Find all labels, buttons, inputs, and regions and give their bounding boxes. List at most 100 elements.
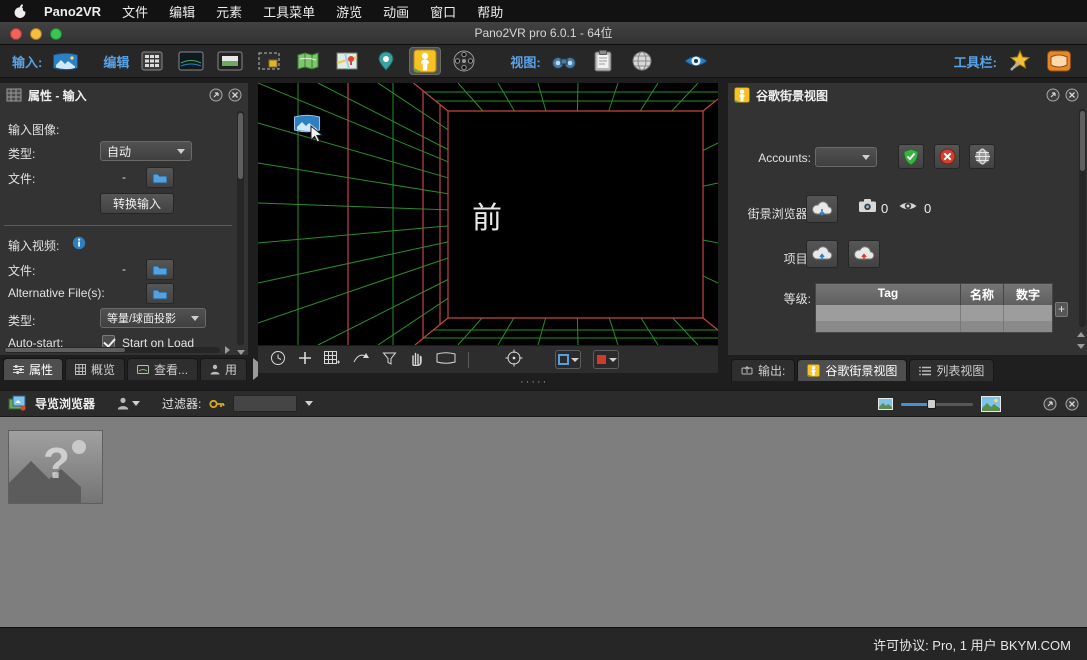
account-remove-button[interactable] (934, 144, 960, 169)
tab-list-view[interactable]: 列表视图 (909, 359, 994, 381)
grid-toggle-icon[interactable] (324, 351, 340, 368)
panorama-screen-icon[interactable] (214, 47, 246, 75)
edit-label[interactable]: 编辑 (103, 52, 129, 71)
tab-viewer[interactable]: 查看... (127, 358, 198, 380)
scroll-right-arrow-icon[interactable] (225, 346, 230, 354)
undock-panel-icon[interactable] (209, 88, 223, 102)
key-icon[interactable] (209, 398, 225, 410)
cloud-download-button[interactable] (806, 195, 838, 223)
close-panel-icon[interactable] (1065, 397, 1079, 411)
input-type-dropdown[interactable]: 自动 (100, 141, 192, 161)
tab-user-data[interactable]: 用 (200, 358, 247, 380)
window-title: Pano2VR pro 6.0.1 - 64位 (0, 22, 1087, 44)
panorama-viewer-canvas[interactable]: 前 (258, 83, 718, 345)
clipboard-icon[interactable] (587, 47, 619, 75)
filter-dropdown-caret[interactable] (305, 401, 313, 406)
close-window-button[interactable] (10, 28, 22, 40)
slider-handle[interactable] (927, 399, 936, 409)
properties-vertical-scrollbar[interactable] (237, 111, 244, 345)
tile-keypad-icon[interactable] (136, 47, 168, 75)
tiles-icon (6, 88, 22, 102)
close-panel-icon[interactable] (1065, 88, 1079, 102)
film-reel-icon[interactable] (448, 47, 480, 75)
menubar-app-name[interactable]: Pano2VR (44, 4, 101, 19)
scroll-down-arrow-icon[interactable] (1077, 344, 1085, 349)
close-panel-icon[interactable] (228, 88, 242, 102)
accounts-dropdown[interactable] (815, 147, 877, 167)
rotation-time-icon[interactable] (270, 350, 286, 369)
eye-icon[interactable] (680, 47, 712, 75)
projects-label: 项目: (735, 250, 811, 267)
apple-icon[interactable] (14, 4, 27, 19)
menu-help[interactable]: 帮助 (477, 2, 503, 21)
account-web-button[interactable] (969, 144, 995, 169)
menu-file[interactable]: 文件 (122, 2, 148, 21)
wizard-star-icon[interactable] (1004, 47, 1036, 75)
input-panorama-icon[interactable] (49, 47, 81, 75)
tab-viewer-label: 查看... (154, 361, 188, 378)
levels-table-row-empty (816, 321, 1052, 332)
account-verify-button[interactable] (898, 144, 924, 169)
google-streetview-icon[interactable] (409, 47, 441, 75)
properties-horizontal-scrollbar[interactable] (4, 347, 220, 353)
browse-alternative-files-button[interactable] (146, 283, 174, 304)
menu-edit[interactable]: 编辑 (169, 2, 195, 21)
cloud-upload-button[interactable] (806, 240, 838, 268)
scroll-up-arrow-icon[interactable] (1077, 332, 1085, 337)
menu-tools[interactable]: 工具菜单 (263, 2, 315, 21)
horizontal-splitter-handle[interactable]: ····· (520, 376, 548, 388)
streetview-browser-label: 街景浏览器: (735, 205, 811, 222)
thumbnail-large-icon (981, 396, 1001, 412)
zoom-window-button[interactable] (50, 28, 62, 40)
add-level-button[interactable]: + (1055, 302, 1068, 317)
levels-table-row[interactable] (816, 305, 1052, 321)
tab-properties[interactable]: 属性 (3, 358, 63, 380)
undock-panel-icon[interactable] (1046, 88, 1060, 102)
properties-panel: 属性 - 输入 输入图像: 类型: 自动 文件: - 转换输入 输入视频 (0, 83, 248, 355)
menu-window[interactable]: 窗口 (430, 2, 456, 21)
folder-icon (152, 264, 168, 276)
minimize-window-button[interactable] (30, 28, 42, 40)
video-type-dropdown[interactable]: 等量/球面投影 (100, 308, 206, 328)
panorama-mode-icon[interactable] (436, 351, 456, 368)
browse-file-button[interactable] (146, 167, 174, 188)
levels-table-header: Tag 名称 数字 (816, 284, 1052, 305)
video-type-label: 类型: (8, 312, 35, 329)
pan-hand-icon[interactable] (409, 350, 424, 369)
streetview-vertical-scrollbar[interactable] (1079, 109, 1086, 327)
transform-panorama-icon[interactable] (1043, 47, 1075, 75)
tour-browser-bar: 导览浏览器 过滤器: (0, 390, 1087, 417)
filter-input[interactable] (233, 395, 297, 412)
menu-tour[interactable]: 游览 (336, 2, 362, 21)
panorama-thumbnail[interactable]: ? (8, 430, 103, 504)
convert-input-button[interactable]: 转换输入 (100, 193, 174, 214)
time-globe-icon[interactable] (626, 47, 658, 75)
binoculars-icon[interactable] (548, 47, 580, 75)
face-outline-mode-button[interactable] (555, 350, 581, 369)
tour-map-icon[interactable] (292, 47, 324, 75)
streetview-tabstrip: 输出: 谷歌街景视图 列表视图 (728, 357, 1087, 381)
face-fill-mode-button[interactable] (593, 350, 619, 369)
add-node-icon[interactable] (298, 351, 312, 368)
thumbnail-size-slider[interactable] (901, 398, 973, 410)
tab-google-streetview-label: 谷歌街景视图 (825, 362, 897, 379)
menu-elements[interactable]: 元素 (216, 2, 242, 21)
tab-output[interactable]: 输出: (731, 359, 795, 381)
google-maps-icon[interactable] (331, 47, 363, 75)
browse-video-file-button[interactable] (146, 259, 174, 280)
filter-funnel-icon[interactable] (382, 351, 397, 369)
patch-icon[interactable] (253, 47, 285, 75)
info-icon[interactable] (72, 236, 86, 250)
tab-google-streetview[interactable]: 谷歌街景视图 (797, 359, 907, 381)
transform-arrow-icon[interactable] (352, 351, 370, 368)
user-filter-dropdown[interactable] (117, 397, 140, 410)
menu-animation[interactable]: 动画 (383, 2, 409, 21)
viewer-screen-icon[interactable] (175, 47, 207, 75)
tab-overview[interactable]: 概览 (65, 358, 125, 380)
center-view-icon[interactable] (505, 349, 523, 370)
levels-label: 等级: (735, 290, 811, 307)
map-pin-icon[interactable] (370, 47, 402, 75)
undock-panel-icon[interactable] (1043, 397, 1057, 411)
cloud-up-icon (811, 246, 833, 262)
cloud-publish-button[interactable] (848, 240, 880, 268)
